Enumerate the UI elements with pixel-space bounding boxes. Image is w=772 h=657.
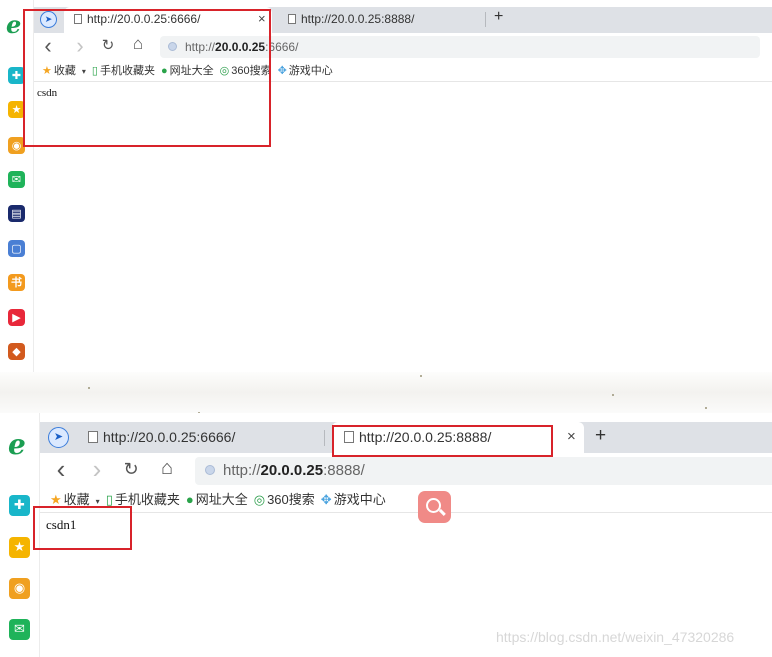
bookmarks-bar: ★ 收藏 ▾ ▯ 手机收藏夹 ● 网址大全 ◎ 360搜索 ✥ 游戏中心	[40, 489, 772, 513]
bookmark-item[interactable]: ◎ 360搜索	[254, 489, 315, 511]
mail-icon[interactable]: ✉	[9, 619, 30, 640]
speck	[705, 407, 707, 409]
close-tab-icon[interactable]: ×	[567, 428, 576, 445]
page-icon	[288, 14, 296, 24]
address-prefix: http://	[223, 462, 261, 479]
reload-button[interactable]: ↻	[120, 459, 142, 480]
highlight-box	[33, 506, 132, 550]
browser-window-8888: e ✚ ★ ◉ ✉ ➤ http://20.0.0.25:6666/ http:…	[0, 413, 772, 657]
bookmark-label: 收藏	[63, 492, 90, 507]
highlight-box	[332, 425, 553, 457]
navigation-bar: ‹ › ↻ ⌂ http://20.0.0.25:8888/	[40, 453, 772, 489]
tab-divider	[485, 12, 486, 27]
speck	[420, 375, 422, 377]
dropdown-icon[interactable]: ▾	[96, 497, 100, 506]
plus-app-icon[interactable]: ✚	[9, 495, 30, 516]
speck	[612, 394, 614, 396]
search-360-icon: ◎	[253, 492, 266, 507]
address-bar[interactable]: http://20.0.0.25:8888/	[195, 457, 772, 485]
bookmark-label: 手机收藏夹	[114, 492, 180, 507]
bookmark-item[interactable]: ✥ 游戏中心	[321, 489, 386, 511]
floating-search-button[interactable]	[418, 491, 451, 523]
browser-window-6666: e ✚ ★ ◉ ✉ ▤ ▢ 书 ▶ ◆ ➤ http://20.0.0.25:6…	[0, 0, 772, 372]
tab-title: http://20.0.0.25:6666/	[103, 429, 236, 445]
globe-icon: ●	[185, 492, 194, 507]
browser-logo: e	[6, 10, 22, 39]
mail-icon[interactable]: ✉	[8, 171, 25, 188]
bookmark-label: 游戏中心	[288, 65, 333, 77]
favorites-star-icon[interactable]: ★	[9, 537, 30, 558]
tab-8888[interactable]: http://20.0.0.25:8888/	[282, 7, 482, 31]
new-tab-icon[interactable]: +	[595, 425, 606, 447]
bookmark-label: 游戏中心	[333, 492, 386, 507]
document-icon[interactable]: ▢	[8, 240, 25, 257]
divider-strip	[0, 372, 772, 414]
bookmark-label: 360搜索	[267, 492, 315, 507]
address-rest: :8888/	[323, 462, 365, 479]
compass-icon[interactable]: ➤	[48, 427, 69, 448]
game-icon: ✥	[277, 65, 287, 77]
speck	[88, 387, 90, 389]
browser-logo: e	[8, 428, 26, 461]
weibo-icon[interactable]: ◉	[9, 578, 30, 599]
back-button[interactable]: ‹	[50, 453, 72, 485]
video-app-icon[interactable]: ▶	[8, 309, 25, 326]
site-info-icon[interactable]	[205, 465, 215, 475]
news-app-icon[interactable]: ▤	[8, 205, 25, 222]
highlight-box	[23, 9, 271, 147]
game-icon: ✥	[320, 492, 332, 507]
new-tab-icon[interactable]: +	[494, 8, 503, 26]
page-icon	[88, 431, 98, 443]
watermark: https://blog.csdn.net/weixin_47320286	[496, 629, 735, 645]
address-host: 20.0.0.25	[260, 462, 324, 479]
bookmark-item[interactable]: ✥ 游戏中心	[278, 61, 333, 81]
forward-button[interactable]: ›	[86, 453, 108, 485]
novel-app-icon[interactable]: 书	[8, 274, 25, 291]
tab-title: http://20.0.0.25:8888/	[301, 12, 415, 26]
tab-6666[interactable]: http://20.0.0.25:6666/	[84, 422, 314, 453]
home-button[interactable]: ⌂	[156, 457, 178, 480]
bookmark-label: 网址大全	[195, 492, 248, 507]
tab-divider	[324, 430, 325, 446]
bookmark-item[interactable]: ● 网址大全	[186, 489, 248, 511]
game-app-icon[interactable]: ◆	[8, 343, 25, 360]
